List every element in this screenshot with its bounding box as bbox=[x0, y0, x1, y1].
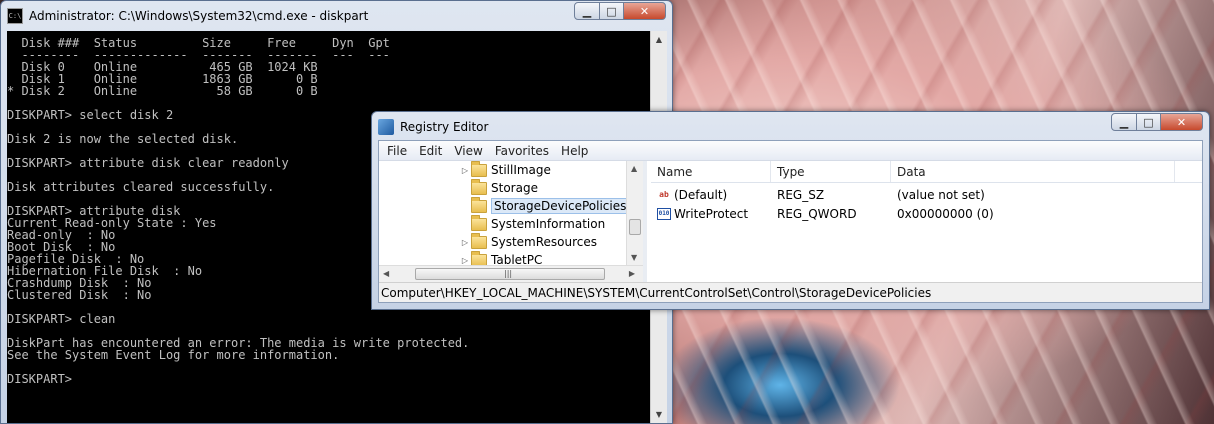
console-line: DISKPART> clean bbox=[7, 312, 116, 326]
regedit-window-title: Registry Editor bbox=[400, 120, 489, 134]
tree-item-storagedevicepolicies[interactable]: StorageDevicePolicies bbox=[459, 196, 630, 215]
tree-hscroll-thumb[interactable]: ||| bbox=[415, 268, 605, 280]
console-line: See the System Event Log for more inform… bbox=[7, 348, 340, 362]
tree-item-stillimage[interactable]: ▷ StillImage bbox=[459, 161, 551, 179]
value-row-writeprotect[interactable]: 010 WriteProtect REG_QWORD 0x00000000 (0… bbox=[651, 204, 1202, 223]
registry-editor-icon bbox=[378, 119, 394, 135]
folder-icon bbox=[471, 232, 487, 249]
registry-values-pane[interactable]: Name Type Data ab (Default) REG_SZ (valu… bbox=[651, 161, 1202, 284]
tree-item-systeminformation[interactable]: SystemInformation bbox=[459, 214, 606, 233]
tree-item-label: Storage bbox=[491, 181, 538, 195]
tree-vertical-scrollbar[interactable]: ▲ ▼ bbox=[626, 161, 643, 265]
value-type: REG_QWORD bbox=[777, 206, 857, 221]
folder-icon bbox=[471, 214, 487, 231]
registry-editor-window[interactable]: Registry Editor ▁ □ ✕ File Edit View Fav… bbox=[371, 111, 1210, 310]
value-name-cell: 010 WriteProtect bbox=[651, 207, 771, 221]
menu-file[interactable]: File bbox=[381, 144, 413, 158]
tree-item-label: StorageDevicePolicies bbox=[491, 198, 630, 214]
console-line: DISKPART> bbox=[7, 372, 73, 386]
menu-view[interactable]: View bbox=[448, 144, 488, 158]
scroll-down-arrow-icon[interactable]: ▼ bbox=[631, 253, 637, 262]
regedit-menubar: File Edit View Favorites Help bbox=[379, 141, 1202, 161]
cmd-maximize-button[interactable]: □ bbox=[599, 2, 624, 20]
regedit-client-area: File Edit View Favorites Help ▷ StillIma… bbox=[378, 140, 1203, 303]
cmd-window-controls: ▁ □ ✕ bbox=[574, 2, 666, 20]
value-row-default[interactable]: ab (Default) REG_SZ (value not set) bbox=[651, 185, 1202, 204]
open-folder-icon bbox=[471, 196, 487, 213]
value-data: 0x00000000 (0) bbox=[897, 206, 994, 221]
value-name: WriteProtect bbox=[674, 206, 749, 221]
folder-icon bbox=[471, 161, 487, 177]
registry-tree-pane[interactable]: ▷ StillImage Storage StorageDevicePolici… bbox=[379, 161, 647, 284]
scroll-grip-icon: ||| bbox=[504, 269, 513, 278]
scroll-down-arrow-icon[interactable]: ▼ bbox=[651, 406, 667, 423]
scroll-up-arrow-icon[interactable]: ▲ bbox=[631, 164, 637, 173]
binary-value-icon: 010 bbox=[657, 207, 671, 220]
value-name: (Default) bbox=[674, 187, 728, 202]
tree-item-label: SystemResources bbox=[491, 235, 598, 249]
column-header-data[interactable]: Data bbox=[891, 161, 1175, 182]
regedit-maximize-button[interactable]: □ bbox=[1136, 113, 1161, 131]
string-value-icon: ab bbox=[659, 189, 669, 199]
column-header-type[interactable]: Type bbox=[771, 161, 891, 182]
expand-arrow-icon[interactable]: ▷ bbox=[459, 166, 471, 175]
menu-help[interactable]: Help bbox=[555, 144, 594, 158]
values-list-header: Name Type Data bbox=[651, 161, 1202, 183]
value-data: (value not set) bbox=[897, 187, 985, 202]
cmd-window-title: Administrator: C:\Windows\System32\cmd.e… bbox=[29, 9, 369, 23]
expand-arrow-icon[interactable]: ▷ bbox=[459, 256, 471, 265]
scroll-right-arrow-icon[interactable]: ▶ bbox=[629, 269, 635, 278]
regedit-close-button[interactable]: ✕ bbox=[1160, 113, 1203, 131]
folder-icon bbox=[471, 178, 487, 195]
cmd-app-icon: C:\ bbox=[7, 8, 23, 24]
scroll-left-arrow-icon[interactable]: ◀ bbox=[383, 269, 389, 278]
regedit-minimize-button[interactable]: ▁ bbox=[1111, 113, 1137, 131]
tree-item-label: SystemInformation bbox=[491, 217, 606, 231]
scroll-up-arrow-icon[interactable]: ▲ bbox=[651, 31, 667, 48]
tree-item-storage[interactable]: Storage bbox=[459, 178, 538, 197]
value-name-cell: ab (Default) bbox=[651, 188, 771, 202]
regedit-titlebar[interactable]: Registry Editor ▁ □ ✕ bbox=[372, 112, 1209, 142]
menu-edit[interactable]: Edit bbox=[413, 144, 448, 158]
tree-horizontal-scrollbar[interactable]: ◀ ||| ▶ bbox=[379, 265, 643, 282]
expand-arrow-icon[interactable]: ▷ bbox=[459, 238, 471, 247]
registry-path-statusbar: Computer\HKEY_LOCAL_MACHINE\SYSTEM\Curre… bbox=[379, 282, 1202, 302]
cmd-minimize-button[interactable]: ▁ bbox=[574, 2, 600, 20]
console-line: * Disk 2 Online 58 GB 0 B bbox=[7, 84, 318, 98]
column-header-name[interactable]: Name bbox=[651, 161, 771, 182]
tree-item-systemresources[interactable]: ▷ SystemResources bbox=[459, 232, 598, 251]
tree-item-label: StillImage bbox=[491, 163, 551, 177]
value-type: REG_SZ bbox=[777, 187, 825, 202]
cmd-titlebar[interactable]: C:\ Administrator: C:\Windows\System32\c… bbox=[1, 1, 672, 31]
cmd-close-button[interactable]: ✕ bbox=[623, 2, 666, 20]
menu-favorites[interactable]: Favorites bbox=[489, 144, 555, 158]
tree-vscroll-thumb[interactable] bbox=[629, 219, 641, 235]
regedit-window-controls: ▁ □ ✕ bbox=[1111, 113, 1203, 131]
